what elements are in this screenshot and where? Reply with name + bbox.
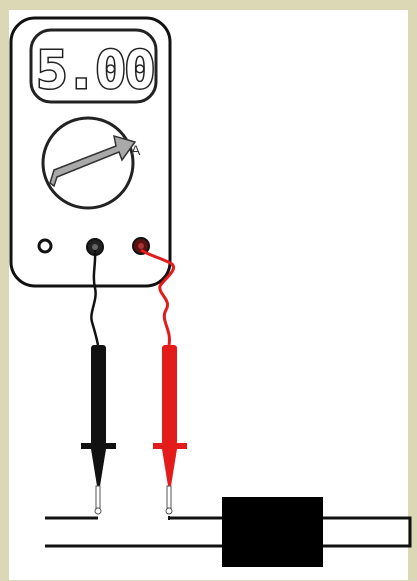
red-probe-point (165, 507, 173, 515)
red-probe-handle (162, 345, 177, 445)
multimeter: 5.00 A (9, 16, 172, 288)
red-probe-tip (166, 485, 172, 509)
display: 5.00 (29, 28, 158, 104)
red-probe-guard (153, 443, 187, 449)
component-icon (222, 497, 323, 567)
black-probe-point (94, 507, 102, 515)
com-jack-center (92, 244, 98, 250)
black-probe-handle (91, 345, 106, 445)
dial-label: A (131, 142, 141, 158)
diagram-canvas: 5.00 A (0, 0, 417, 581)
black-probe-tip (95, 485, 101, 509)
red-jack-center (138, 243, 144, 249)
left-jack (37, 238, 53, 254)
display-reading: 5.00 (36, 41, 153, 101)
black-probe-guard (81, 443, 116, 449)
diagram-svg: 5.00 A (9, 10, 412, 580)
